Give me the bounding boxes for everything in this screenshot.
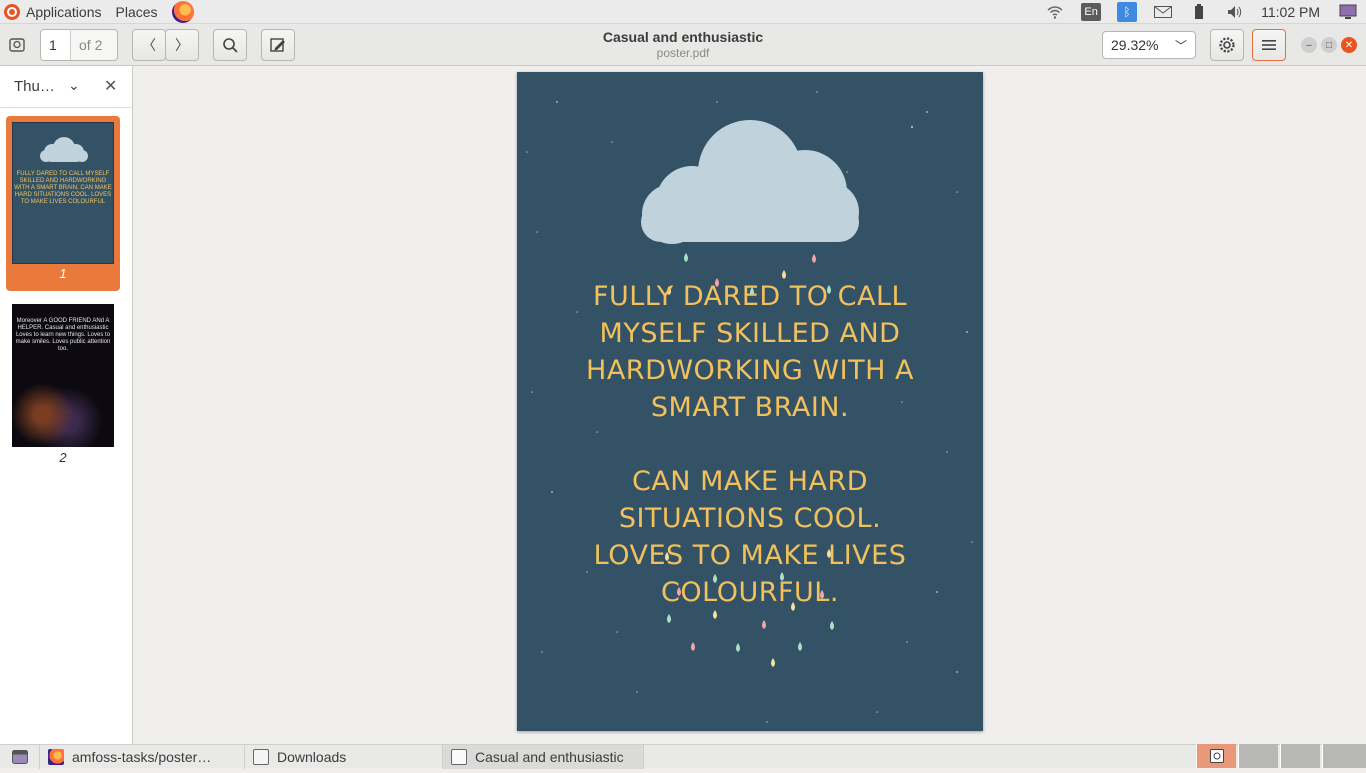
folder-icon — [253, 748, 269, 765]
previous-page-button[interactable]: 〈 — [132, 29, 166, 61]
desktop-icon — [11, 749, 28, 764]
taskbar-item-label: Casual and enthusiastic — [475, 748, 624, 765]
next-page-button[interactable]: 〉 — [165, 29, 199, 61]
zoom-value: 29.32% — [1111, 37, 1159, 53]
zoom-select[interactable]: 29.32% ﹀ — [1102, 31, 1196, 59]
document-viewer-icon — [1210, 749, 1224, 763]
poster-paragraph-2: CAN MAKE HARD SITUATIONS COOL. LOVES TO … — [517, 463, 983, 611]
document-filename: poster.pdf — [656, 46, 710, 60]
cloud-icon — [40, 137, 88, 162]
poster-line: SMART BRAIN. — [650, 392, 850, 423]
workspace-2[interactable] — [1238, 744, 1278, 768]
taskbar-item-firefox[interactable]: amfoss-tasks/poster… — [40, 744, 245, 769]
window-title: Casual and enthusiastic poster.pdf — [560, 29, 806, 60]
annotate-button[interactable] — [261, 29, 295, 61]
header-bar: 1 of 2 〈 〉 Casual and enthusiastic poste… — [0, 24, 1366, 66]
find-button[interactable] — [213, 29, 247, 61]
thumbnail-page-1[interactable]: FULLY DARED TO CALL MYSELF SKILLED AND H… — [6, 116, 120, 291]
sidebar-mode-label[interactable]: Thu… — [14, 78, 55, 95]
firefox-launcher-icon[interactable] — [171, 0, 194, 23]
minimize-icon: – — [1306, 39, 1312, 51]
workspace-1[interactable] — [1196, 744, 1236, 768]
thumbnail-text-2: Moreover A GOOD FRIEND ANd A HELPER. Cas… — [15, 318, 111, 352]
close-sidebar-icon[interactable]: ✕ — [104, 76, 117, 96]
applications-menu[interactable]: Applications — [26, 4, 102, 20]
workspace-4[interactable] — [1322, 744, 1366, 768]
close-window-button[interactable]: ✕ — [1341, 37, 1357, 53]
thumbnail-label-1: 1 — [59, 266, 67, 281]
poster-line: SITUATIONS COOL. — [618, 503, 882, 534]
maximize-button[interactable]: □ — [1321, 37, 1337, 53]
pencil-icon — [270, 38, 285, 52]
chevron-down-icon: ﹀ — [1174, 38, 1187, 53]
taskbar-item-label: Downloads — [277, 748, 347, 765]
document-viewer-icon — [451, 748, 467, 765]
search-icon — [223, 38, 238, 53]
cloud-icon — [641, 120, 859, 244]
keyboard-layout-indicator[interactable]: En — [1081, 3, 1102, 21]
system-tray: En ᛒ 11:02 PM — [1037, 0, 1366, 24]
thumbnail-text-1: FULLY DARED TO CALL MYSELF SKILLED AND H… — [14, 171, 112, 205]
ubuntu-logo-icon[interactable] — [4, 3, 20, 20]
settings-button[interactable] — [1210, 29, 1244, 61]
poster-line: HARDWORKING WITH A — [586, 355, 914, 386]
page-number-field[interactable]: 1 of 2 — [40, 29, 118, 61]
show-desktop-button[interactable] — [0, 744, 40, 769]
poster-paragraph-1: FULLY DARED TO CALL MYSELF SKILLED AND H… — [517, 278, 983, 426]
thumbnail-image-1: FULLY DARED TO CALL MYSELF SKILLED AND H… — [12, 122, 114, 264]
top-panel: Applications Places En ᛒ 11:02 PM — [0, 0, 1366, 24]
thumbnail-label-2: 2 — [59, 450, 67, 465]
poster-line: CAN MAKE HARD — [631, 466, 869, 497]
poster-line: COLOURFUL. — [661, 577, 839, 608]
taskbar: amfoss-tasks/poster… Downloads Casual an… — [0, 744, 1366, 769]
sidebar-toggle-button[interactable] — [5, 30, 29, 60]
menu-button[interactable] — [1252, 29, 1286, 61]
document-title: Casual and enthusiastic — [602, 29, 764, 45]
gear-icon — [1219, 37, 1235, 53]
page-count-label: of 2 — [79, 37, 103, 53]
volume-icon[interactable] — [1223, 3, 1247, 21]
chevron-down-icon[interactable]: ⌄ — [68, 77, 80, 94]
clock[interactable]: 11:02 PM — [1261, 4, 1320, 20]
mail-icon[interactable] — [1151, 3, 1175, 21]
firefox-icon — [48, 748, 64, 765]
minimize-button[interactable]: – — [1301, 37, 1317, 53]
sidebar-header: Thu… ⌄ ✕ — [0, 66, 132, 108]
sidebar: Thu… ⌄ ✕ FULLY DARED TO CALL MYSELF SKIL… — [0, 66, 133, 744]
poster-line: FULLY DARED TO CALL — [592, 281, 908, 312]
wifi-icon[interactable] — [1043, 3, 1067, 21]
battery-icon[interactable] — [1187, 3, 1211, 21]
poster-line: LOVES TO MAKE LIVES — [593, 540, 907, 571]
hamburger-icon — [1262, 40, 1276, 50]
chevron-right-icon: 〉 — [175, 37, 189, 53]
string-lights-image — [12, 382, 114, 447]
pdf-page-1: FULLY DARED TO CALL MYSELF SKILLED AND H… — [517, 72, 983, 731]
close-icon: ✕ — [1344, 39, 1354, 51]
maximize-icon: □ — [1325, 39, 1333, 51]
taskbar-item-document-viewer[interactable]: Casual and enthusiastic — [443, 744, 644, 769]
thumbnail-page-2[interactable]: Moreover A GOOD FRIEND ANd A HELPER. Cas… — [12, 304, 114, 447]
thumbnail-icon — [9, 38, 25, 52]
taskbar-item-label: amfoss-tasks/poster… — [72, 748, 212, 765]
document-view[interactable]: FULLY DARED TO CALL MYSELF SKILLED AND H… — [134, 66, 1366, 744]
session-menu-icon[interactable] — [1336, 3, 1360, 21]
bluetooth-icon[interactable]: ᛒ — [1117, 2, 1138, 22]
poster-line: MYSELF SKILLED AND — [599, 318, 901, 349]
places-menu[interactable]: Places — [116, 4, 158, 20]
taskbar-item-downloads[interactable]: Downloads — [245, 744, 443, 769]
workspace-3[interactable] — [1280, 744, 1320, 768]
current-page-input[interactable]: 1 — [41, 30, 71, 60]
chevron-left-icon: 〈 — [142, 37, 156, 53]
